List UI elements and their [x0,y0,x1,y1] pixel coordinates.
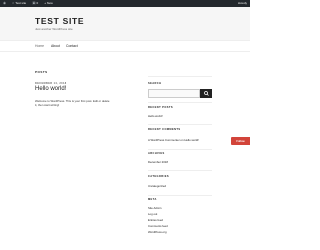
widget-title-recent-comments: RECENT COMMENTS [148,128,181,131]
widget-divider [148,195,212,196]
post-title-link[interactable]: Hello world! [35,86,66,92]
home-icon: ⌂ [12,1,15,5]
category-link[interactable]: Uncategorized [148,184,166,188]
nav-item-about[interactable]: About [51,44,60,48]
widget-divider [148,76,212,77]
post-date[interactable]: DECEMBER 14, 2018 [35,82,67,85]
main-navigation: Home About Contact [0,40,250,52]
widget-divider [148,102,212,103]
search-icon [203,91,209,96]
nav-item-home[interactable]: Home [35,44,44,48]
admin-bar-comments[interactable]: ▣ 0 [32,0,38,7]
admin-bar-site-name[interactable]: ⌂ Test site [12,0,26,7]
meta-link-entries-feed[interactable]: Entries feed [148,218,163,222]
widget-title-search: SEARCH [148,82,162,85]
nav-item-contact[interactable]: Contact [66,44,78,48]
widget-title-archives: ARCHIVES [148,152,165,155]
archive-link[interactable]: December 2018 [148,160,168,164]
post-excerpt: Welcome to WordPress. This is your first… [35,99,110,107]
admin-bar-new[interactable]: + New [44,0,53,7]
site-description: Just another WordPress site [35,27,73,31]
widget-title-meta: META [148,198,157,201]
admin-bar: ◉ ⌂ Test site ▣ 0 + New Howdy [0,0,250,7]
site-header: TEST SITE Just another WordPress site [0,7,250,40]
admin-bar-account[interactable]: Howdy [238,0,247,7]
widget-title-recent-posts: RECENT POSTS [148,106,173,109]
meta-link-comments-feed[interactable]: Comments feed [148,224,168,228]
recent-post-link[interactable]: Hello world! [148,114,163,118]
widget-divider [148,149,212,150]
meta-link-wordpress-org[interactable]: WordPress.org [148,230,167,234]
wordpress-logo-icon[interactable]: ◉ [3,0,6,7]
comment-icon: ▣ [32,1,36,5]
recent-comment-link[interactable]: A WordPress Commenter on Hello world! [148,138,199,142]
meta-link-log-out[interactable]: Log out [148,212,157,216]
search-button[interactable] [200,89,212,98]
widget-divider [148,170,212,171]
search-input[interactable] [148,89,200,98]
page-title: POSTS [35,70,48,74]
widget-divider [148,124,212,125]
site-title[interactable]: TEST SITE [35,16,84,26]
follow-button[interactable]: Follow [231,137,250,145]
meta-link-site-admin[interactable]: Site Admin [148,206,161,210]
widget-title-categories: CATEGORIES [148,175,169,178]
